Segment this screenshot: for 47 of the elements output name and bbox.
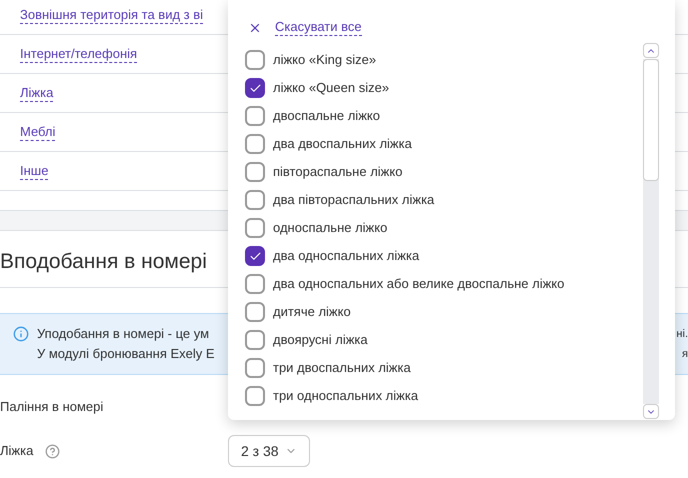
checkbox[interactable]: [245, 50, 265, 70]
checkbox[interactable]: [245, 302, 265, 322]
bed-option[interactable]: півтораспальне ліжко: [245, 158, 643, 186]
category-link[interactable]: Зовнішня територія та вид з ві: [20, 6, 204, 24]
check-icon: [248, 250, 262, 262]
bed-option[interactable]: два двоспальних ліжка: [245, 130, 643, 158]
category-link[interactable]: Ліжка: [20, 84, 54, 102]
bed-option[interactable]: двоспальне ліжко: [245, 102, 643, 130]
info-icon: [13, 326, 29, 342]
checkbox[interactable]: [245, 106, 265, 126]
section-title: Вподобання в номері: [0, 248, 207, 275]
info-text: У модулі бронювання Exely E: [37, 345, 215, 363]
category-link[interactable]: Інше: [20, 162, 48, 180]
bed-option[interactable]: два односпальних або велике двоспальне ліжко: [245, 270, 643, 298]
bed-option[interactable]: двоярусні ліжка: [245, 326, 643, 354]
scroll-up-button[interactable]: [643, 43, 659, 58]
checkbox[interactable]: [245, 330, 265, 350]
scroll-down-button[interactable]: [643, 404, 659, 419]
bed-option[interactable]: два півтораспальних ліжка: [245, 186, 643, 214]
bed-option[interactable]: три двоспальних ліжка: [245, 354, 643, 382]
info-text: я: [682, 347, 688, 362]
checkbox[interactable]: [245, 190, 265, 210]
bed-option[interactable]: ліжко «Queen size»: [245, 74, 643, 102]
check-icon: [248, 82, 262, 94]
info-text: ні.: [676, 327, 688, 342]
checkbox[interactable]: [245, 386, 265, 406]
checkbox[interactable]: [245, 246, 265, 266]
checkbox[interactable]: [245, 134, 265, 154]
category-link[interactable]: Меблі: [20, 123, 56, 141]
bed-option[interactable]: три односпальних ліжка: [245, 382, 643, 409]
checkbox[interactable]: [245, 274, 265, 294]
checkbox[interactable]: [245, 162, 265, 182]
checkbox[interactable]: [245, 218, 265, 238]
checkbox[interactable]: [245, 78, 265, 98]
field-label: Паління в номері: [0, 398, 104, 416]
bed-option[interactable]: дитяче ліжко: [245, 298, 643, 326]
bed-selector[interactable]: 2 з 38: [228, 435, 310, 467]
category-link[interactable]: Інтернет/телефонія: [20, 45, 138, 63]
checkbox[interactable]: [245, 358, 265, 378]
field-label: Ліжка: [0, 442, 34, 460]
bed-option[interactable]: два односпальних ліжка: [245, 242, 643, 270]
bed-option[interactable]: ліжко «King size»: [245, 46, 643, 74]
clear-all-link[interactable]: Скасувати все: [275, 19, 362, 36]
info-text: Уподобання в номері - це ум: [37, 325, 210, 343]
scrollbar-thumb[interactable]: [643, 59, 659, 181]
bed-option[interactable]: односпальне ліжко: [245, 214, 643, 242]
help-icon[interactable]: [45, 444, 60, 458]
